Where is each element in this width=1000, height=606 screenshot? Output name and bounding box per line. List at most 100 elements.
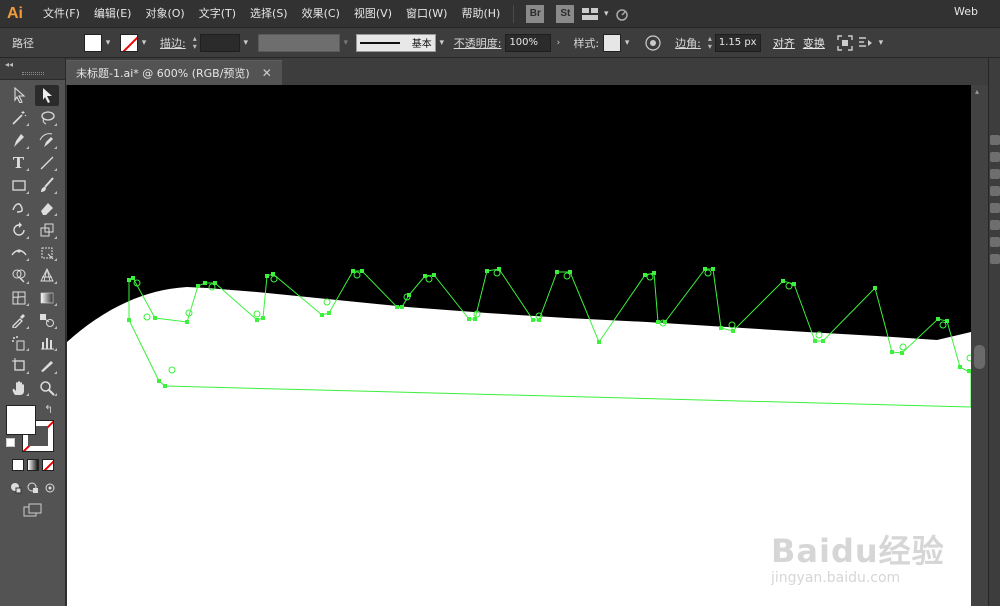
pen-tool-icon[interactable] [7, 130, 31, 151]
align-button[interactable]: 对齐 [769, 33, 799, 53]
none-mode-button[interactable] [41, 459, 54, 472]
draw-behind-icon[interactable] [26, 481, 40, 495]
change-screen-mode-icon[interactable] [23, 500, 43, 520]
magic-wand-tool-icon[interactable] [7, 107, 31, 128]
control-overflow-chevron-icon[interactable]: ▾ [875, 34, 887, 52]
panel-menu-icon[interactable] [855, 33, 875, 53]
brush-stroke-preview [359, 41, 400, 44]
menu-type[interactable]: 文字(T) [192, 0, 243, 28]
menu-edit[interactable]: 编辑(E) [87, 0, 139, 28]
menu-effect[interactable]: 效果(C) [295, 0, 347, 28]
opacity-input[interactable]: 100% [505, 33, 552, 52]
workspace-switcher[interactable]: Web [954, 0, 978, 28]
panel-dock-icon[interactable] [990, 135, 1000, 145]
hand-tool-icon[interactable] [7, 377, 31, 398]
slice-tool-icon[interactable] [35, 355, 59, 376]
swap-fill-stroke-icon[interactable]: ↰ [44, 403, 53, 416]
draw-inside-icon[interactable] [43, 481, 57, 495]
transform-button[interactable]: 变换 [799, 33, 829, 53]
panel-grip[interactable] [22, 72, 44, 75]
corner-radius-stepper[interactable]: ▴ ▾ [705, 34, 715, 52]
brush-definition[interactable]: 基本 [355, 33, 436, 52]
menu-divider [513, 4, 515, 23]
column-graph-tool-icon[interactable] [35, 332, 59, 353]
collapse-panel-icon[interactable]: ◂◂ [5, 60, 13, 69]
bridge-button[interactable]: Br [526, 4, 545, 23]
draw-normal-icon[interactable] [9, 481, 23, 495]
variable-width-profile[interactable] [257, 33, 340, 52]
mesh-tool-icon[interactable] [7, 287, 31, 308]
scale-tool-icon[interactable] [35, 220, 59, 241]
stroke-label[interactable]: 描边: [160, 35, 186, 51]
stock-button[interactable]: St [556, 4, 575, 23]
shape-builder-tool-icon[interactable] [7, 265, 31, 286]
stroke-weight-dropdown-icon[interactable]: ▾ [240, 34, 252, 52]
gpu-performance-icon[interactable] [612, 4, 632, 24]
opacity-arrow-icon[interactable]: › [551, 34, 565, 52]
shaper-tool-icon[interactable] [7, 197, 31, 218]
gradient-mode-button[interactable] [26, 459, 39, 472]
selection-tool-icon[interactable] [7, 85, 31, 106]
document-tab[interactable]: 未标题-1.ai* @ 600% (RGB/预览) ✕ [66, 60, 282, 85]
panel-dock-icon[interactable] [990, 152, 1000, 162]
graphic-style-swatch[interactable] [603, 33, 622, 52]
brush-dropdown-icon[interactable]: ▾ [436, 34, 448, 52]
panel-dock-icon[interactable] [990, 186, 1000, 196]
rotate-tool-icon[interactable] [7, 220, 31, 241]
type-tool-icon[interactable]: T [7, 152, 31, 173]
direct-selection-tool-icon[interactable] [34, 84, 59, 106]
scroll-thumb[interactable] [974, 345, 985, 369]
stroke-swatch[interactable] [120, 33, 138, 52]
chevron-down-icon[interactable]: ▾ [600, 5, 612, 23]
fill-color-box[interactable] [6, 405, 36, 435]
menu-object[interactable]: 对象(O) [138, 0, 191, 28]
panel-dock-icon[interactable] [990, 220, 1000, 230]
watermark-url: jingyan.baidu.com [771, 570, 901, 586]
blend-tool-icon[interactable] [35, 310, 59, 331]
default-fill-stroke-icon[interactable] [6, 438, 15, 447]
lasso-tool-icon[interactable] [35, 107, 59, 128]
symbol-sprayer-tool-icon[interactable] [7, 332, 31, 353]
paintbrush-tool-icon[interactable] [35, 175, 59, 196]
menu-file[interactable]: 文件(F) [36, 0, 87, 28]
perspective-grid-tool-icon[interactable] [35, 265, 59, 286]
corner-label[interactable]: 边角: [675, 35, 701, 51]
panel-dock-icon[interactable] [990, 237, 1000, 247]
app-logo: Ai [7, 4, 23, 22]
menu-window[interactable]: 窗口(W) [399, 0, 454, 28]
line-segment-tool-icon[interactable] [35, 152, 59, 173]
variable-width-dropdown-icon[interactable]: ▾ [340, 34, 352, 52]
graphic-style-dropdown-icon[interactable]: ▾ [621, 34, 633, 52]
rectangle-tool-icon[interactable] [7, 175, 31, 196]
curvature-tool-icon[interactable] [35, 130, 59, 151]
arrange-documents-icon[interactable] [580, 4, 600, 24]
eyedropper-tool-icon[interactable] [7, 310, 31, 331]
color-mode-button[interactable] [11, 459, 24, 472]
opacity-label[interactable]: 不透明度: [454, 35, 502, 51]
fill-swatch[interactable] [84, 33, 102, 52]
vertical-scrollbar[interactable]: ▴ [971, 85, 988, 606]
stroke-weight-stepper[interactable]: ▴ ▾ [190, 34, 200, 52]
menu-view[interactable]: 视图(V) [347, 0, 399, 28]
corner-radius-input[interactable]: 1.15 px [714, 33, 761, 52]
free-transform-tool-icon[interactable] [35, 242, 59, 263]
scroll-up-icon[interactable]: ▴ [975, 87, 979, 96]
panel-dock-icon[interactable] [990, 254, 1000, 264]
artboard-tool-icon[interactable] [7, 355, 31, 376]
panel-dock-icon[interactable] [990, 203, 1000, 213]
menu-select[interactable]: 选择(S) [243, 0, 295, 28]
zoom-tool-icon[interactable] [35, 377, 59, 398]
close-icon[interactable]: ✕ [262, 66, 272, 80]
width-tool-icon[interactable] [7, 242, 31, 263]
tools-panel-header[interactable]: ◂◂ [0, 58, 65, 80]
stroke-dropdown-icon[interactable]: ▾ [138, 34, 150, 52]
isolate-selection-icon[interactable] [835, 33, 855, 53]
fill-dropdown-icon[interactable]: ▾ [102, 34, 114, 52]
stroke-weight-field[interactable] [199, 33, 240, 52]
eraser-tool-icon[interactable] [35, 197, 59, 218]
panel-dock-icon[interactable] [990, 169, 1000, 179]
document-tab-title: 未标题-1.ai* @ 600% (RGB/预览) [76, 67, 250, 80]
recolor-artwork-icon[interactable] [643, 33, 663, 53]
menu-help[interactable]: 帮助(H) [454, 0, 507, 28]
gradient-tool-icon[interactable] [35, 287, 59, 308]
